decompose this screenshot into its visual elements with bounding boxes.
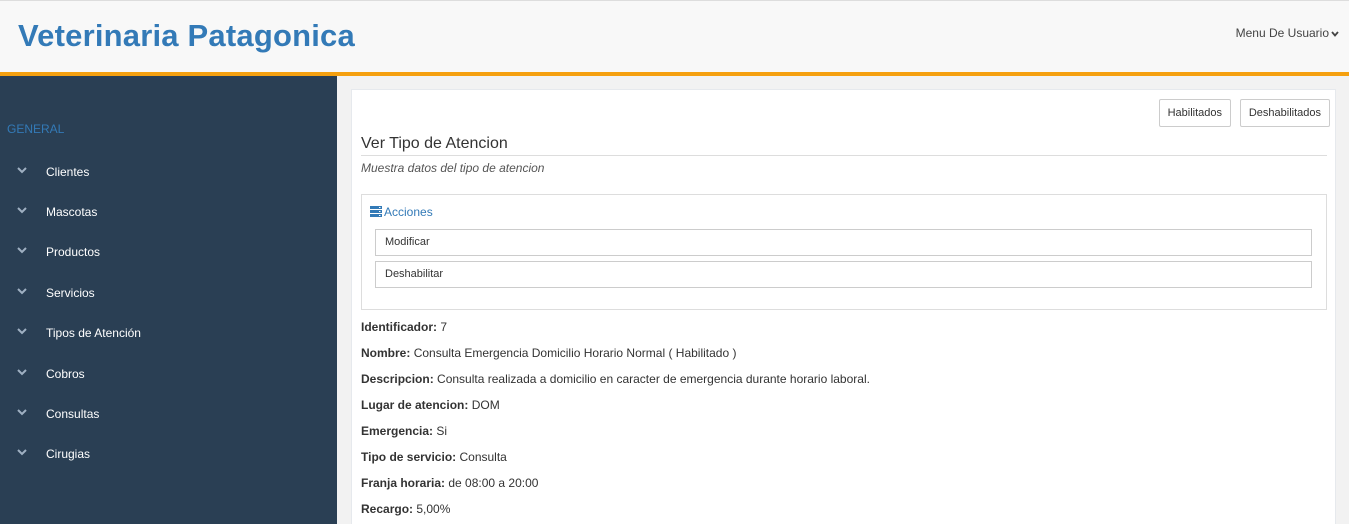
page-title: Ver Tipo de Atencion [361, 135, 508, 152]
chevron-down-icon [1331, 31, 1339, 37]
detail-value: 7 [440, 320, 448, 334]
detail-key: Descripcion: [361, 372, 434, 386]
chevron-down-icon [17, 207, 27, 214]
chevron-down-icon [17, 409, 27, 416]
detail-row: Identificador: 7 [361, 320, 447, 334]
detail-key: Nombre: [361, 346, 411, 360]
detail-value: de 08:00 a 20:00 [448, 476, 539, 490]
server-icon [370, 206, 382, 217]
sidebar-item-mascotas[interactable]: Mascotas [0, 197, 337, 227]
sidebar-item-label: Tipos de Atención [46, 326, 141, 340]
sidebar-item-label: Mascotas [46, 205, 98, 219]
chevron-down-icon [17, 247, 27, 254]
detail-row: Descripcion: Consulta realizada a domici… [361, 372, 870, 386]
content-panel: Habilitados Deshabilitados Ver Tipo de A… [351, 89, 1336, 524]
disable-button[interactable]: Deshabilitar [375, 261, 1312, 288]
modify-button[interactable]: Modificar [375, 229, 1312, 256]
detail-value: DOM [471, 398, 500, 412]
title-divider [361, 155, 1327, 156]
chevron-down-icon [17, 449, 27, 456]
detail-key: Franja horaria: [361, 476, 446, 490]
disabled-filter-button[interactable]: Deshabilitados [1239, 99, 1330, 127]
enabled-filter-button[interactable]: Habilitados [1158, 99, 1231, 127]
sidebar-item-label: Consultas [46, 407, 100, 421]
detail-key: Lugar de atencion: [361, 398, 469, 412]
sidebar-item-clientes[interactable]: Clientes [0, 157, 337, 187]
detail-value: Consulta [459, 450, 507, 464]
chevron-down-icon [17, 369, 27, 376]
chevron-down-icon [17, 167, 27, 174]
detail-row: Lugar de atencion: DOM [361, 398, 500, 412]
sidebar-item-tipos-de-atencion[interactable]: Tipos de Atención [0, 318, 337, 348]
detail-value: Si [436, 424, 448, 438]
detail-value: 5,00% [416, 502, 451, 516]
sidebar-item-cirugias[interactable]: Cirugias [0, 439, 337, 469]
sidebar-item-label: Cirugias [46, 447, 91, 461]
sidebar-item-servicios[interactable]: Servicios [0, 278, 337, 308]
user-menu-label: Menu De Usuario [1235, 26, 1329, 40]
actions-panel: Acciones Modificar Deshabilitar [361, 194, 1327, 310]
sidebar-item-label: Cobros [46, 367, 85, 381]
page-subtitle: Muestra datos del tipo de atencion [361, 161, 545, 175]
detail-key: Recargo: [361, 502, 414, 516]
chevron-down-icon [17, 328, 27, 335]
actions-heading: Acciones [370, 205, 433, 219]
sidebar-item-cobros[interactable]: Cobros [0, 359, 337, 389]
sidebar-section-title: GENERAL [7, 122, 65, 136]
chevron-down-icon [17, 288, 27, 295]
sidebar-item-label: Servicios [46, 286, 95, 300]
sidebar: GENERAL Clientes Mascotas Productos Serv… [0, 76, 337, 524]
actions-heading-label: Acciones [384, 205, 433, 219]
sidebar-item-label: Clientes [46, 165, 90, 179]
detail-key: Identificador: [361, 320, 438, 334]
brand-title[interactable]: Veterinaria Patagonica [18, 18, 355, 54]
detail-row: Franja horaria: de 08:00 a 20:00 [361, 476, 538, 490]
sidebar-item-productos[interactable]: Productos [0, 237, 337, 267]
sidebar-item-consultas[interactable]: Consultas [0, 399, 337, 429]
detail-row: Emergencia: Si [361, 424, 447, 438]
detail-row: Tipo de servicio: Consulta [361, 450, 507, 464]
top-navbar: Veterinaria Patagonica Menu De Usuario [0, 0, 1349, 76]
detail-key: Emergencia: [361, 424, 434, 438]
detail-value: Consulta realizada a domicilio en caract… [437, 372, 870, 386]
detail-key: Tipo de servicio: [361, 450, 457, 464]
detail-row: Recargo: 5,00% [361, 502, 450, 516]
detail-row: Nombre: Consulta Emergencia Domicilio Ho… [361, 346, 736, 360]
sidebar-item-label: Productos [46, 245, 101, 259]
user-menu-dropdown[interactable]: Menu De Usuario [1236, 26, 1339, 40]
detail-value: Consulta Emergencia Domicilio Horario No… [413, 346, 737, 360]
